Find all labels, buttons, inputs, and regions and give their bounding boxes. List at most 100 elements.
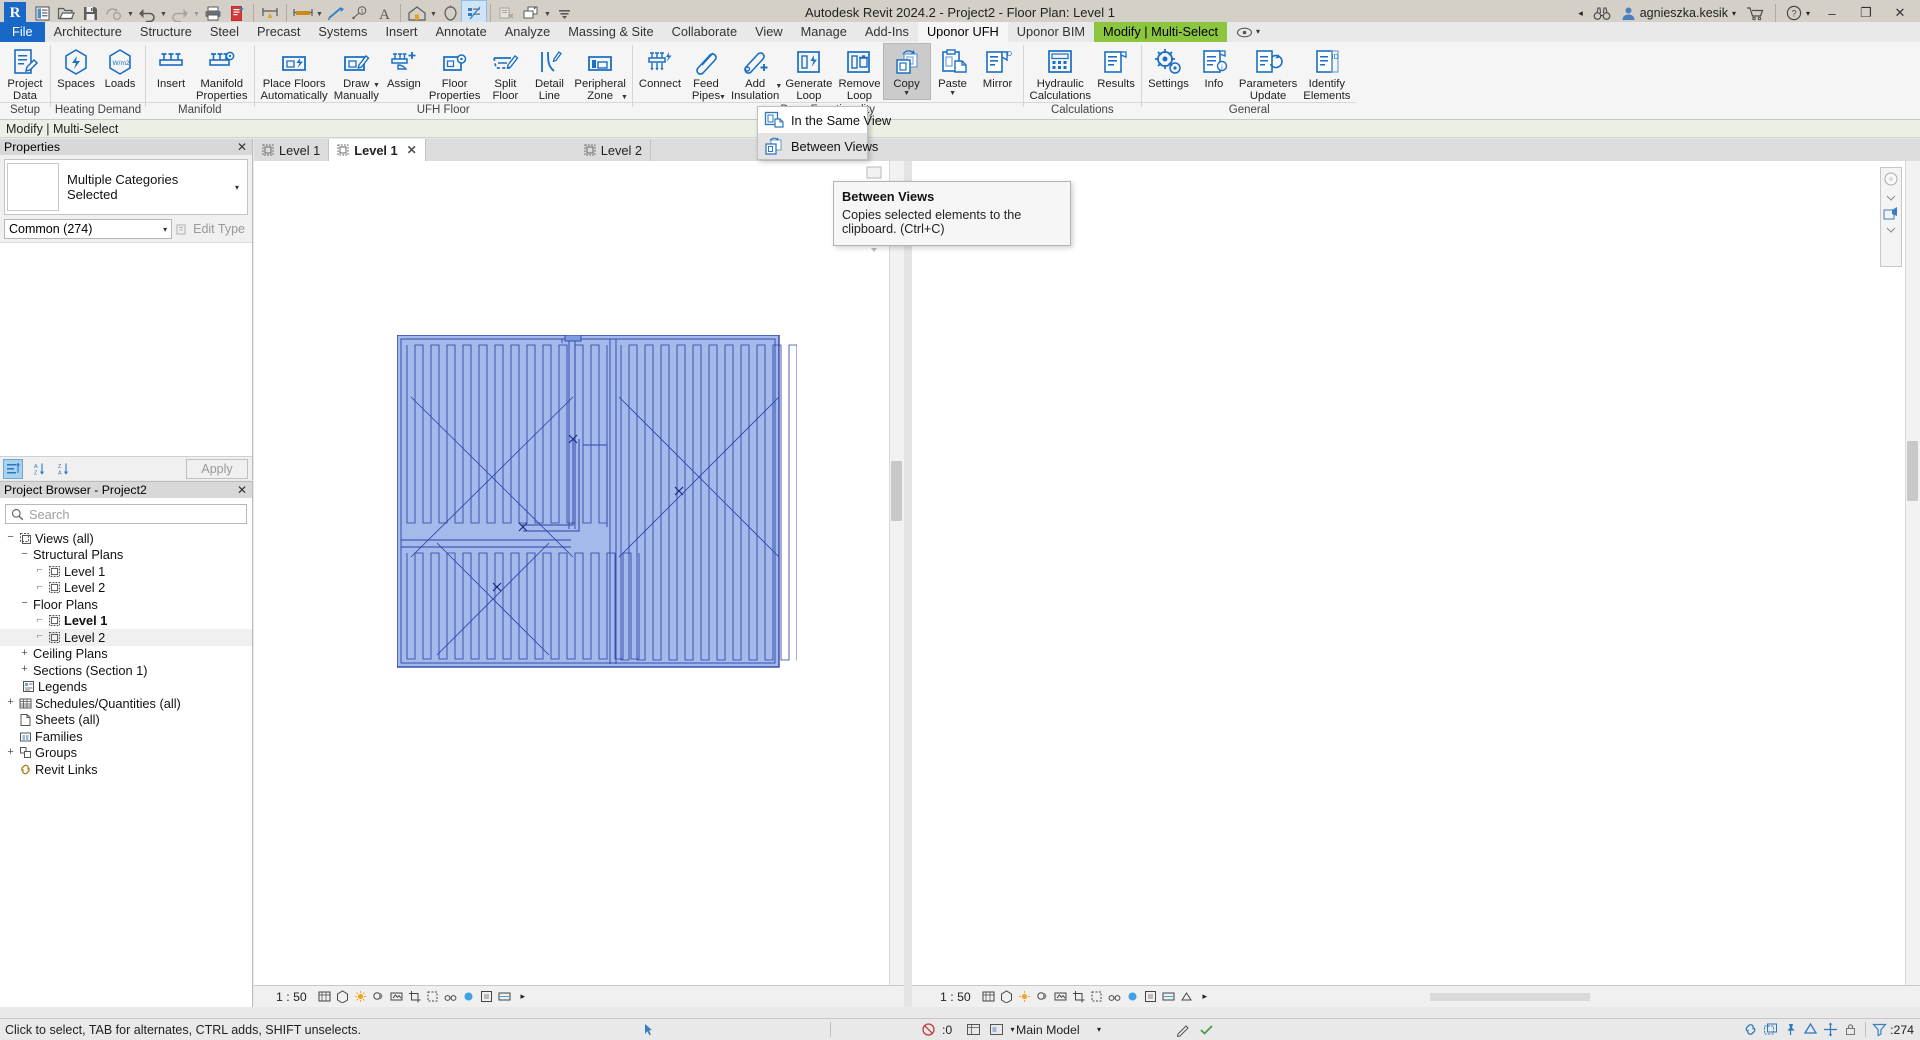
sort-ascending-icon[interactable]: AZ (28, 460, 46, 478)
visual-style-icon[interactable] (335, 989, 351, 1005)
unlocked-3d-view-icon[interactable] (1107, 989, 1123, 1005)
split-floor-button[interactable]: Split Floor (483, 44, 527, 104)
sun-path-icon[interactable] (1017, 989, 1033, 1005)
pane-splitter[interactable] (904, 161, 912, 1007)
spaces-button[interactable]: Spaces (54, 44, 98, 93)
edit-part-icon[interactable] (1175, 1021, 1192, 1038)
horizontal-scrollbar-right[interactable] (1430, 992, 1590, 1001)
design-options-caret-icon[interactable]: ▾ (1091, 1021, 1108, 1038)
loads-button[interactable]: W/m2 Loads (98, 44, 142, 93)
tree-node-ceiling-plans[interactable]: + Ceiling Plans (0, 646, 252, 663)
select-elements-by-face-icon[interactable] (1802, 1021, 1819, 1038)
select-links-icon[interactable] (1742, 1021, 1759, 1038)
project-browser-close-icon[interactable]: ✕ (237, 482, 252, 498)
reveal-hidden-elements-icon[interactable] (1143, 989, 1159, 1005)
temporary-hide-isolate-icon[interactable] (1125, 989, 1141, 1005)
tab-modify-multi-select[interactable]: Modify | Multi-Select (1094, 22, 1228, 42)
feed-pipes-caret-icon[interactable]: ▼ (719, 94, 726, 101)
tree-node-revit-links[interactable]: Revit Links (0, 761, 252, 778)
vertical-scrollbar-right[interactable] (1905, 161, 1920, 985)
tab-insert[interactable]: Insert (376, 22, 426, 42)
properties-category-caret-icon[interactable]: ▾ (163, 220, 171, 239)
expander-icon[interactable]: − (18, 598, 31, 610)
generate-loop-button[interactable]: Generate Loop (782, 44, 835, 104)
expander-icon[interactable]: + (18, 648, 31, 660)
sort-descending-icon[interactable]: ZA (52, 460, 70, 478)
mirror-button[interactable]: D Mirror (976, 44, 1020, 93)
parameters-update-button[interactable]: Parameters Update (1236, 44, 1300, 104)
peripheral-zone-button[interactable]: Peripheral Zone ▼ (571, 44, 629, 104)
insert-button[interactable]: Insert (149, 44, 193, 93)
type-selector-caret-icon[interactable]: ▾ (229, 183, 245, 192)
add-insulation-caret-icon[interactable]: ▼ (775, 83, 782, 90)
tree-node-structural-level-1[interactable]: ⌐ Level 1 (0, 563, 252, 580)
vertical-scrollbar-left[interactable] (889, 161, 904, 985)
worksets-icon[interactable] (965, 1021, 982, 1038)
view-tab-level-1-floor[interactable]: Level 1 ✕ (329, 139, 426, 161)
edit-type-button[interactable]: Edit Type (176, 222, 248, 236)
properties-close-icon[interactable]: ✕ (237, 139, 252, 155)
view-tab-level-2[interactable]: Level 2 (575, 139, 651, 161)
reveal-hidden-elements-icon[interactable] (479, 989, 495, 1005)
view-pane-level-2[interactable]: 1 : 50 ▸ (912, 161, 1920, 1007)
tab-systems[interactable]: Systems (309, 22, 376, 42)
menu-item-in-the-same-view[interactable]: In the Same View (758, 107, 891, 133)
press-and-drag-icon[interactable] (640, 1021, 657, 1038)
manifold-properties-button[interactable]: Manifold Properties (193, 44, 251, 104)
filter-button[interactable]: :274 (1872, 1022, 1914, 1037)
detail-line-button[interactable]: Detail Line (527, 44, 571, 104)
unlocked-3d-view-icon[interactable] (443, 989, 459, 1005)
paste-caret-icon[interactable]: ▼ (949, 90, 956, 97)
floor-properties-button[interactable]: Floor Properties (426, 44, 484, 104)
tree-node-families[interactable]: Families (0, 728, 252, 745)
tree-node-floor-level-1[interactable]: ⌐ Level 1 (0, 613, 252, 630)
revit-logo-icon[interactable]: R (4, 2, 26, 24)
hydraulic-calculations-button[interactable]: Hydraulic Calculations (1027, 44, 1095, 104)
tab-massing-and-site[interactable]: Massing & Site (559, 22, 662, 42)
tab-architecture[interactable]: Architecture (45, 22, 131, 42)
view-scale-left[interactable]: 1 : 50 (260, 990, 315, 1004)
assign-button[interactable]: Assign (382, 44, 426, 93)
finish-edit-icon[interactable] (1198, 1021, 1215, 1038)
browser-search-input[interactable]: Search (5, 504, 247, 524)
expander-icon[interactable]: − (4, 532, 17, 544)
results-button[interactable]: Results (1094, 44, 1138, 93)
tree-node-sections[interactable]: + Sections (Section 1) (0, 662, 252, 679)
crop-view-icon[interactable] (1071, 989, 1087, 1005)
tree-node-schedules-quantities[interactable]: + Schedules/Quantities (all) (0, 695, 252, 712)
tab-uponor-bim[interactable]: Uponor BIM (1008, 22, 1094, 42)
tab-precast[interactable]: Precast (248, 22, 309, 42)
expander-icon[interactable]: + (18, 664, 31, 676)
tree-node-sheets[interactable]: Sheets (all) (0, 712, 252, 729)
temporary-view-properties-icon[interactable] (1161, 989, 1177, 1005)
shadows-icon[interactable] (371, 989, 387, 1005)
expander-icon[interactable]: + (4, 747, 17, 759)
temporary-view-properties-icon[interactable] (497, 989, 513, 1005)
tab-file[interactable]: File (0, 22, 45, 42)
project-data-button[interactable]: Project Data (3, 44, 47, 104)
tree-node-structural-plans[interactable]: − Structural Plans (0, 547, 252, 564)
identify-elements-button[interactable]: ID Identify Elements (1300, 44, 1353, 104)
tree-node-floor-plans[interactable]: − Floor Plans (0, 596, 252, 613)
tree-node-views-all[interactable]: − Views (all) (0, 530, 252, 547)
display-options-caret-icon[interactable]: ▾ (1256, 22, 1260, 42)
view-scale-right[interactable]: 1 : 50 (918, 990, 979, 1004)
connect-button[interactable]: Connect (636, 44, 684, 93)
view-pane-level-1[interactable]: 1 : 50 ▸ (254, 161, 904, 1007)
display-options-button[interactable]: ▾ (1227, 22, 1269, 42)
expander-icon[interactable]: + (4, 697, 17, 709)
drawing-area[interactable]: 1 : 50 ▸ 1: 50 ▸ (254, 161, 1920, 1007)
paste-button[interactable]: Paste ▼ (930, 44, 976, 99)
tab-annotate[interactable]: Annotate (426, 22, 495, 42)
tab-add-ins[interactable]: Add-Ins (856, 22, 918, 42)
draw-manually-caret-icon[interactable]: ▼ (373, 82, 380, 89)
remove-loop-button[interactable]: Remove Loop (835, 44, 883, 104)
settings-button[interactable]: Settings (1145, 44, 1192, 93)
select-underlay-icon[interactable] (1762, 1021, 1779, 1038)
peripheral-zone-caret-icon[interactable]: ▼ (621, 94, 628, 101)
view-more-icon[interactable]: ▸ (515, 989, 531, 1005)
view-tab-level-1-structural[interactable]: Level 1 (254, 139, 330, 161)
tree-node-legends[interactable]: Legends (0, 679, 252, 696)
tab-view[interactable]: View (746, 22, 792, 42)
info-button[interactable]: i Info (1192, 44, 1236, 93)
